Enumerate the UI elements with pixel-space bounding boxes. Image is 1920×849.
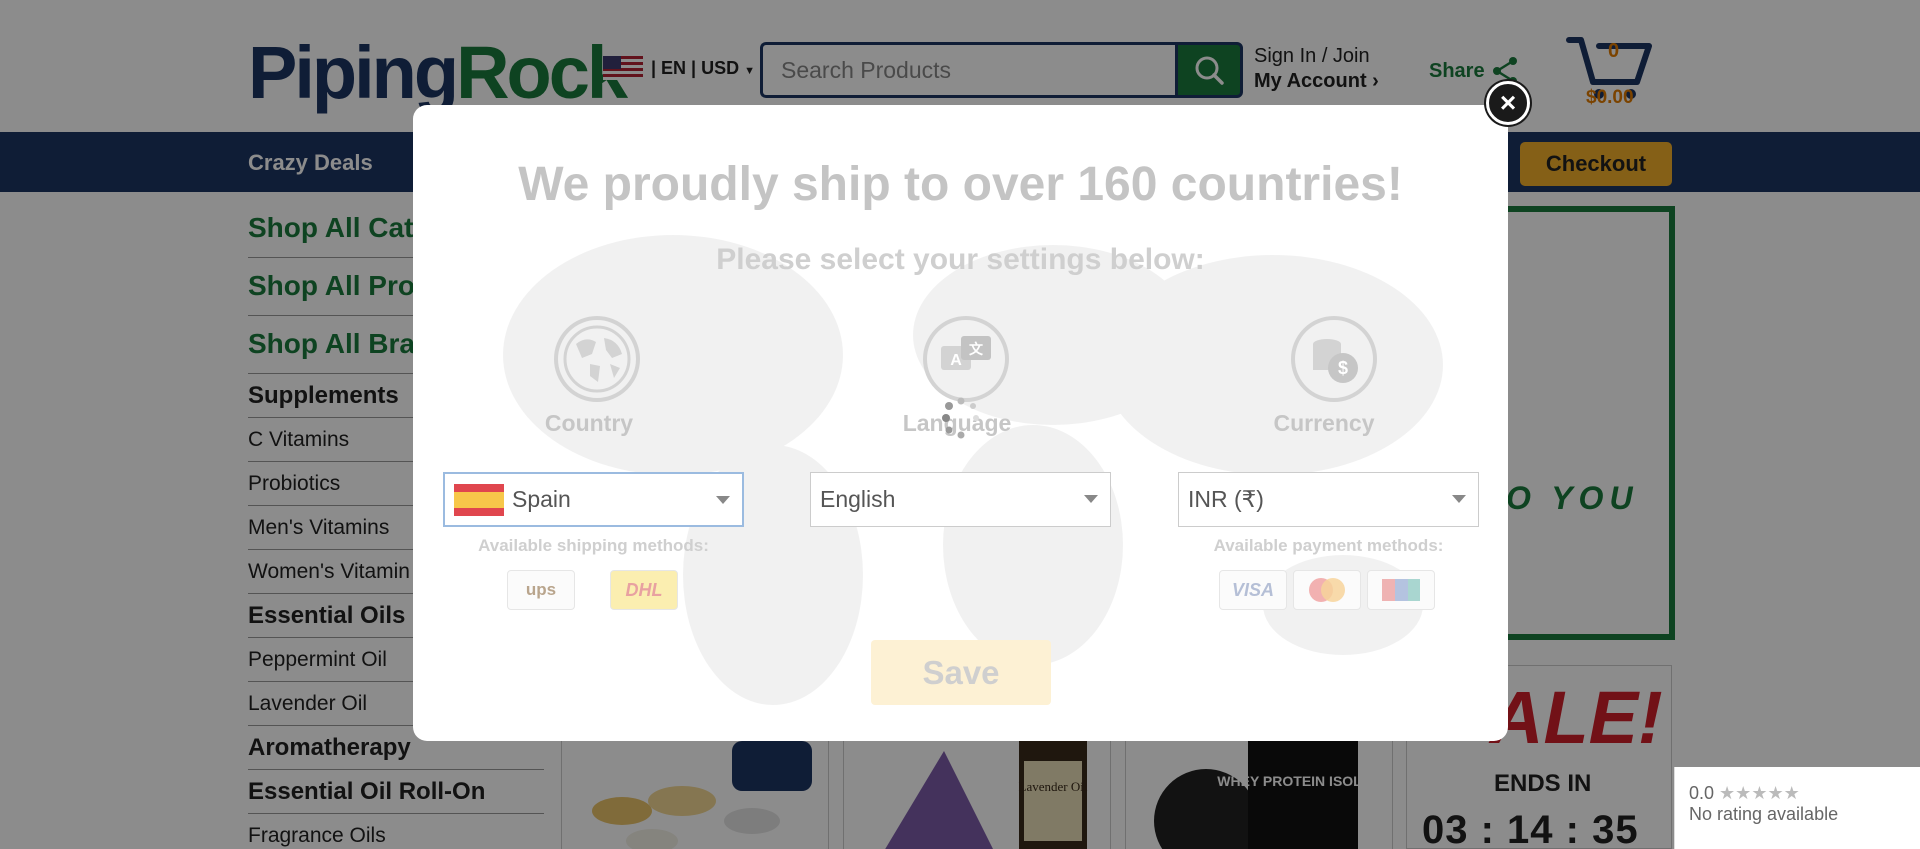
coins-icon: $	[1291, 316, 1377, 402]
language-value: English	[820, 486, 896, 512]
spain-flag-icon	[454, 483, 504, 516]
modal-subtitle: Please select your settings below:	[716, 243, 1205, 276]
settings-modal: We proudly ship to over 160 countries! P…	[413, 105, 1508, 741]
country-value: Spain	[512, 486, 571, 512]
chevron-down-icon	[716, 496, 730, 504]
rating-widget[interactable]: 0.0 ★★★★★ No rating available	[1674, 767, 1920, 849]
visa-logo: VISA	[1219, 570, 1287, 610]
ups-text: ups	[525, 580, 557, 599]
unionpay-logo	[1367, 570, 1435, 610]
chevron-down-icon	[1452, 495, 1466, 503]
dhl-logo: DHL	[610, 570, 678, 610]
rating-score: 0.0	[1689, 783, 1715, 803]
payment-methods-label: Available payment methods:	[1213, 536, 1444, 555]
close-button[interactable]: ×	[1486, 81, 1530, 125]
svg-text:A: A	[950, 352, 962, 369]
dhl-text: DHL	[625, 579, 663, 600]
save-button[interactable]: Save	[871, 640, 1051, 705]
currency-label: Currency	[1273, 410, 1375, 436]
globe-icon	[554, 316, 640, 402]
visa-text: VISA	[1231, 579, 1274, 600]
loading-spinner-icon	[942, 397, 979, 439]
close-icon: ×	[1499, 87, 1517, 118]
svg-text:$: $	[1338, 358, 1348, 378]
ups-logo: ups	[507, 570, 575, 610]
rating-text: No rating available	[1689, 804, 1839, 824]
shipping-methods-label: Available shipping methods:	[478, 536, 709, 555]
svg-text:文: 文	[969, 341, 984, 357]
currency-value: INR (₹)	[1188, 486, 1264, 512]
currency-select[interactable]: INR (₹)	[1178, 472, 1479, 527]
mastercard-logo	[1293, 570, 1361, 610]
modal-title: We proudly ship to over 160 countries!	[518, 158, 1403, 211]
rating-stars-icon: ★★★★★	[1719, 783, 1800, 803]
country-label: Country	[544, 410, 634, 436]
chevron-down-icon	[1084, 495, 1098, 503]
translate-icon: A文	[923, 316, 1009, 402]
country-select[interactable]: Spain	[443, 472, 744, 527]
language-select[interactable]: English	[810, 472, 1111, 527]
